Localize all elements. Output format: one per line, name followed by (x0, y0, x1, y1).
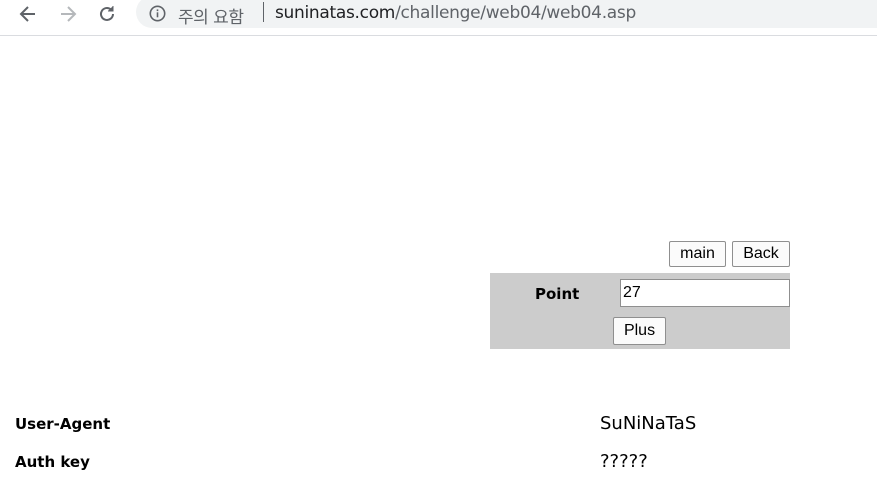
back-arrow-icon[interactable] (14, 3, 42, 25)
plus-button[interactable]: Plus (613, 317, 666, 345)
point-label: Point (535, 285, 580, 303)
auth-key-value: ????? (600, 451, 648, 472)
main-button[interactable]: main (669, 241, 726, 267)
url-text[interactable]: suninatas.com/challenge/web04/web04.asp (275, 3, 636, 23)
user-agent-value: SuNiNaTaS (600, 413, 697, 434)
info-icon[interactable] (149, 5, 166, 27)
back-button[interactable]: Back (732, 241, 790, 267)
url-host: suninatas.com (275, 3, 396, 23)
security-warning-text[interactable]: 주의 요함 (178, 3, 244, 28)
user-agent-label: User-Agent (15, 415, 111, 433)
url-path: /challenge/web04/web04.asp (395, 3, 636, 23)
forward-arrow-icon[interactable] (54, 3, 82, 25)
point-input[interactable] (620, 279, 790, 307)
browser-toolbar: 주의 요함 suninatas.com/challenge/web04/web0… (0, 0, 877, 36)
address-separator (263, 2, 264, 22)
reload-icon[interactable] (93, 3, 121, 25)
auth-key-label: Auth key (15, 453, 90, 471)
